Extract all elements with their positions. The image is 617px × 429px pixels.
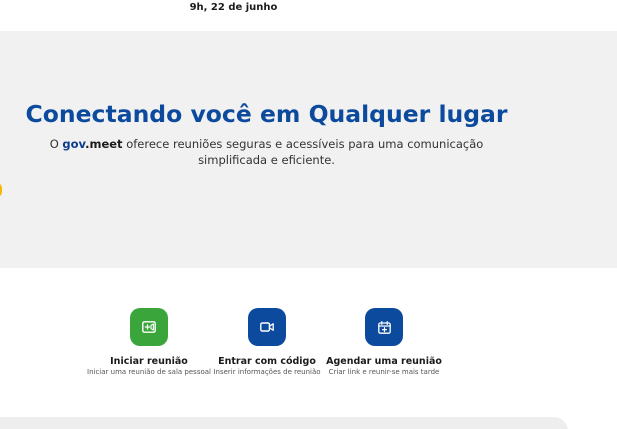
- hero-subtitle: O gov.meet oferece reuniões seguras e ac…: [0, 137, 533, 168]
- subtitle-text: oferece reuniões seguras e acessíveis pa…: [122, 137, 484, 151]
- schedule-meeting-action[interactable]: Agendar uma reunião Criar link e reunir-…: [309, 308, 459, 376]
- video-add-icon[interactable]: [130, 308, 168, 346]
- calendar-add-icon[interactable]: [365, 308, 403, 346]
- video-camera-icon[interactable]: [248, 308, 286, 346]
- meeting-actions: Iniciar reunião Iniciar uma reunião de s…: [0, 308, 617, 388]
- schedule-meeting-description: Criar link e reunir-se mais tarde: [328, 368, 440, 376]
- hero-section: Conectando você em Qualquer lugar O gov.…: [0, 31, 617, 268]
- hero-title: Conectando você em Qualquer lugar: [25, 100, 508, 128]
- brand-name-meet: .meet: [85, 137, 123, 151]
- subtitle-line2: simplificada e eficiente.: [198, 152, 335, 167]
- schedule-meeting-title: Agendar uma reunião: [326, 356, 442, 367]
- meeting-timestamp: 9h, 22 de junho: [189, 2, 278, 13]
- hero-accent-shape: [0, 183, 2, 197]
- brand-name-gov: gov: [62, 137, 86, 151]
- subtitle-prefix: O: [49, 137, 63, 151]
- bottom-card: [0, 417, 568, 429]
